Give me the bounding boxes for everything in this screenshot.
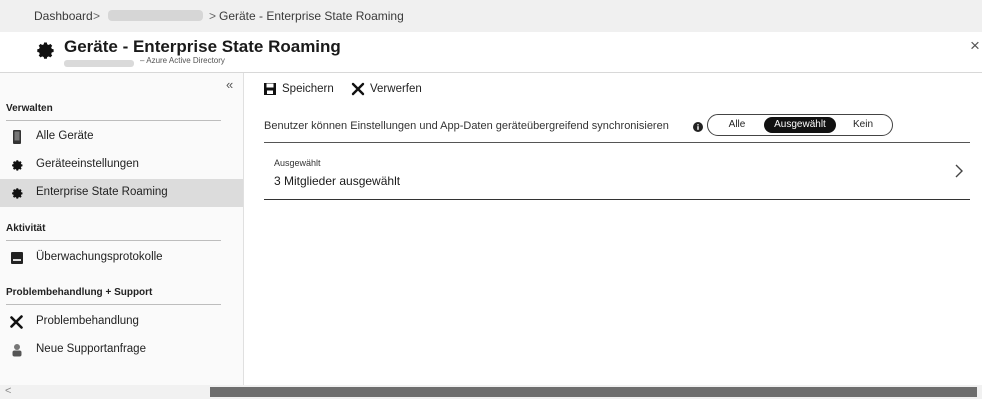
breadcrumb-dashboard-link[interactable]: Dashboard (34, 9, 93, 23)
sidebar-item-enterprise-state-roaming[interactable]: Enterprise State Roaming (0, 179, 243, 207)
close-icon (351, 82, 365, 96)
info-icon[interactable] (693, 122, 703, 132)
option-alle[interactable]: Alle (716, 117, 758, 133)
gear-icon (37, 42, 54, 59)
group-title-problembehandlung-support: Problembehandlung + Support (6, 287, 153, 298)
breadcrumb: Dashboard > > Geräte - Enterprise State … (0, 0, 982, 33)
sidebar: « Verwalten Alle Geräte Geräteeinstellun… (0, 73, 244, 385)
breadcrumb-separator: > (93, 9, 101, 23)
selected-members-value: 3 Mitglieder ausgewählt (274, 174, 401, 188)
discard-button[interactable]: Verwerfen (351, 81, 433, 99)
sidebar-item-label: Überwachungsprotokolle (36, 251, 163, 263)
save-button-label: Speichern (282, 83, 334, 95)
sidebar-item-label: Geräteeinstellungen (36, 158, 139, 170)
scrollbar-thumb[interactable] (210, 387, 977, 397)
redacted-tenant-name (64, 60, 134, 67)
close-button[interactable]: × (970, 36, 980, 56)
selected-members-row[interactable]: Ausgewählt 3 Mitglieder ausgewählt (264, 148, 970, 200)
sidebar-item-label: Enterprise State Roaming (36, 186, 168, 198)
sync-scope-toggle: Alle Ausgewählt Kein (707, 114, 893, 136)
sidebar-item-label: Neue Supportanfrage (36, 343, 146, 355)
sidebar-item-geraeteeinstellungen[interactable]: Geräteeinstellungen (0, 151, 243, 179)
gear-icon (12, 160, 23, 171)
breadcrumb-separator: > (209, 9, 217, 23)
device-icon (13, 130, 21, 144)
group-title-verwalten: Verwalten (6, 103, 53, 114)
sidebar-item-label: Alle Geräte (36, 130, 94, 142)
group-title-aktivitaet: Aktivität (6, 223, 46, 234)
breadcrumb-redacted-link[interactable] (108, 10, 203, 21)
sidebar-item-problembehandlung[interactable]: Problembehandlung (0, 308, 243, 336)
scroll-left-icon[interactable]: < (5, 385, 11, 397)
tools-icon (10, 315, 23, 329)
horizontal-scrollbar[interactable]: < (0, 385, 982, 399)
support-person-icon (12, 344, 22, 357)
discard-button-label: Verwerfen (370, 83, 422, 95)
divider (6, 304, 221, 305)
option-kein[interactable]: Kein (842, 117, 884, 133)
sync-setting-row: Benutzer können Einstellungen und App-Da… (264, 112, 970, 143)
sidebar-item-alle-geraete[interactable]: Alle Geräte (0, 123, 243, 151)
divider (6, 240, 221, 241)
sidebar-item-label: Problembehandlung (36, 315, 139, 327)
sidebar-item-neue-supportanfrage[interactable]: Neue Supportanfrage (0, 336, 243, 364)
save-icon (264, 83, 276, 95)
page-subtitle: – Azure Active Directory (140, 56, 225, 65)
save-button[interactable]: Speichern (263, 81, 347, 99)
sync-setting-label: Benutzer können Einstellungen und App-Da… (264, 120, 669, 132)
collapse-sidebar-button[interactable]: « (226, 77, 233, 92)
selected-members-caption: Ausgewählt (274, 158, 321, 168)
divider (6, 120, 221, 121)
log-icon (11, 252, 23, 264)
chevron-right-icon (955, 164, 963, 178)
breadcrumb-current: Geräte - Enterprise State Roaming (219, 9, 404, 23)
sidebar-item-ueberwachungsprotokolle[interactable]: Überwachungsprotokolle (0, 244, 243, 272)
toolbar: Speichern Verwerfen (243, 73, 982, 107)
gear-icon (12, 188, 23, 199)
blade-header: Geräte - Enterprise State Roaming – Azur… (0, 32, 982, 73)
option-ausgewaehlt[interactable]: Ausgewählt (764, 117, 836, 133)
page-title: Geräte - Enterprise State Roaming (64, 37, 341, 56)
